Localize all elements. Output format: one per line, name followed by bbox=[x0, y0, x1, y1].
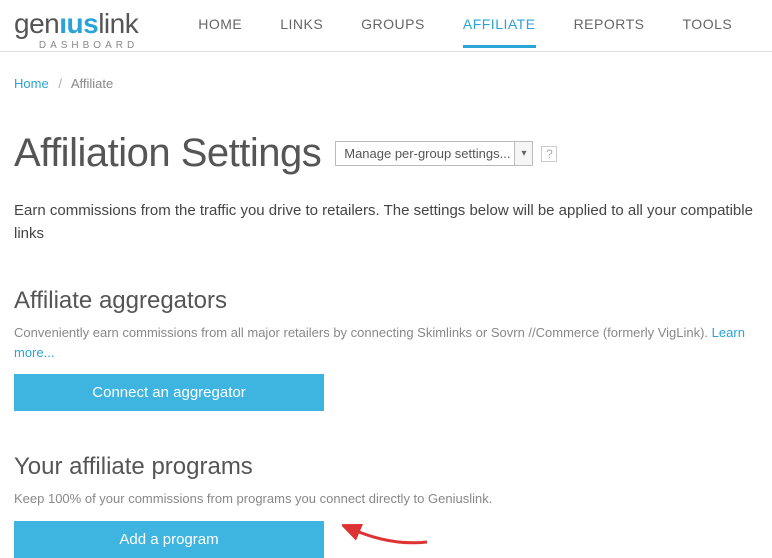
add-program-button[interactable]: Add a program bbox=[14, 521, 324, 558]
chevron-down-icon: ▾ bbox=[514, 142, 532, 165]
nav-links[interactable]: LINKS bbox=[280, 16, 323, 48]
main-nav: HOME LINKS GROUPS AFFILIATE REPORTS TOOL… bbox=[198, 10, 732, 48]
breadcrumb-home[interactable]: Home bbox=[14, 76, 49, 91]
programs-description: Keep 100% of your commissions from progr… bbox=[14, 489, 758, 509]
logo-text-2: ıus bbox=[59, 8, 98, 39]
help-icon[interactable]: ? bbox=[541, 146, 557, 162]
aggregators-heading: Affiliate aggregators bbox=[14, 287, 758, 315]
logo-subtitle: DASHBOARD bbox=[14, 40, 138, 51]
aggregators-desc-text: Conveniently earn commissions from all m… bbox=[14, 325, 712, 340]
annotation-arrow-icon bbox=[342, 516, 432, 550]
breadcrumb-current: Affiliate bbox=[71, 76, 113, 91]
nav-tools[interactable]: TOOLS bbox=[683, 16, 733, 48]
select-value: Manage per-group settings... bbox=[344, 146, 510, 161]
nav-groups[interactable]: GROUPS bbox=[361, 16, 425, 48]
logo-text-3: link bbox=[98, 8, 138, 39]
per-group-select[interactable]: Manage per-group settings... ▾ bbox=[335, 141, 533, 166]
breadcrumb-separator: / bbox=[58, 76, 62, 91]
nav-reports[interactable]: REPORTS bbox=[574, 16, 645, 48]
aggregators-description: Conveniently earn commissions from all m… bbox=[14, 323, 758, 362]
nav-home[interactable]: HOME bbox=[198, 16, 242, 48]
programs-heading: Your affiliate programs bbox=[14, 453, 758, 481]
page-title: Affiliation Settings bbox=[14, 131, 321, 176]
logo-text-1: gen bbox=[14, 8, 59, 39]
logo[interactable]: genıuslink DASHBOARD bbox=[14, 10, 138, 51]
nav-affiliate[interactable]: AFFILIATE bbox=[463, 16, 536, 48]
breadcrumb: Home / Affiliate bbox=[0, 52, 772, 101]
connect-aggregator-button[interactable]: Connect an aggregator bbox=[14, 374, 324, 411]
page-description: Earn commissions from the traffic you dr… bbox=[14, 200, 758, 245]
